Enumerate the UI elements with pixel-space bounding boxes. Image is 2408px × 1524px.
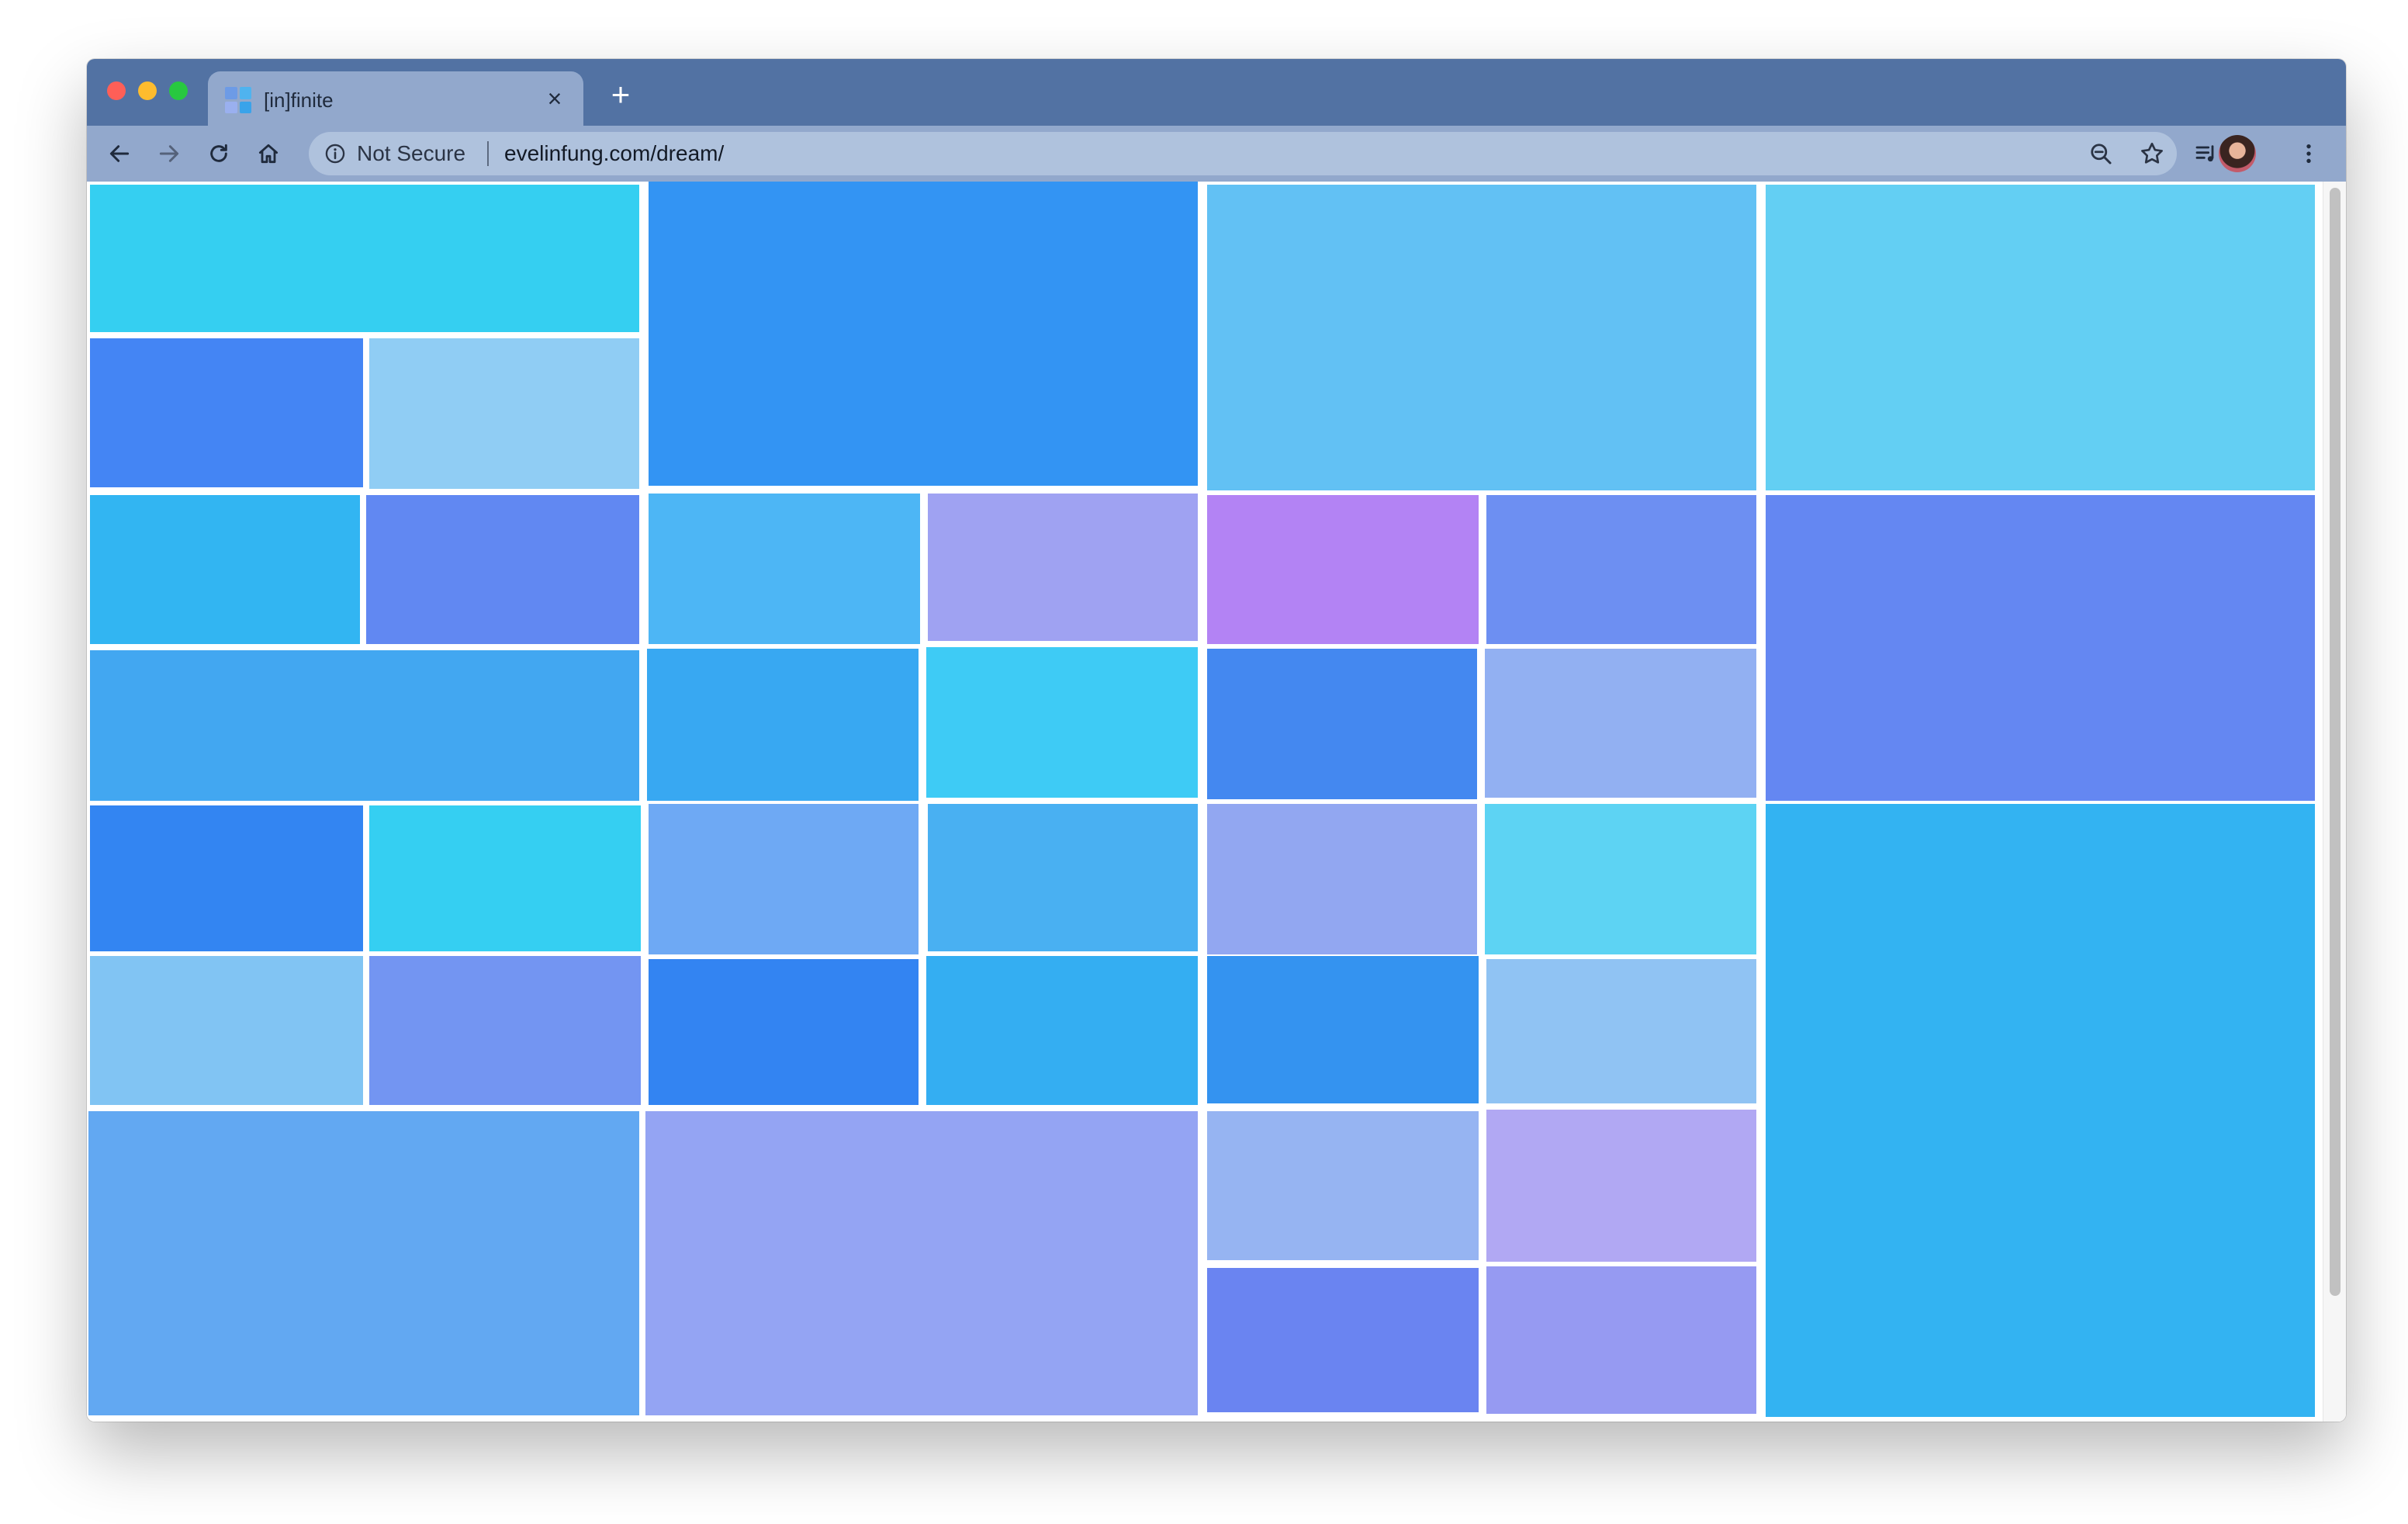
profile-avatar[interactable] — [2219, 135, 2256, 172]
home-icon — [258, 144, 279, 164]
color-tile[interactable] — [88, 1111, 639, 1415]
color-tile[interactable] — [647, 649, 919, 801]
color-tile[interactable] — [1207, 804, 1477, 954]
star-icon[interactable] — [2138, 140, 2166, 168]
color-tile[interactable] — [928, 804, 1198, 951]
color-tile[interactable] — [1207, 1268, 1479, 1412]
home-button[interactable] — [251, 137, 285, 171]
color-tile[interactable] — [366, 495, 639, 644]
zoom-window-button[interactable] — [169, 81, 188, 100]
color-tile[interactable] — [90, 338, 363, 487]
color-tile[interactable] — [645, 1111, 1198, 1415]
page-content — [87, 182, 2346, 1422]
vertical-scrollbar[interactable] — [2323, 182, 2346, 1422]
toolbar: Not Secure evelinfung.com/dream/ — [87, 126, 2346, 182]
security-status[interactable]: Not Secure — [357, 141, 465, 166]
color-tile[interactable] — [928, 494, 1198, 641]
color-tile[interactable] — [1207, 1111, 1479, 1260]
color-tile[interactable] — [1207, 185, 1756, 490]
color-tile[interactable] — [1485, 804, 1756, 954]
arrow-right-icon — [159, 145, 179, 162]
color-tile[interactable] — [90, 185, 639, 332]
color-tile[interactable] — [649, 804, 919, 954]
close-tab-icon[interactable]: × — [540, 84, 569, 113]
tab-title: [in]finite — [264, 88, 334, 112]
color-tile[interactable] — [90, 495, 360, 644]
reload-icon — [210, 144, 227, 162]
color-tile[interactable] — [1766, 185, 2315, 490]
color-tile[interactable] — [90, 805, 363, 951]
color-tile[interactable] — [1766, 804, 2315, 1417]
tab-infinite[interactable]: [in]finite × — [208, 71, 583, 127]
color-tile[interactable] — [649, 182, 1198, 486]
more-vertical-icon — [2306, 144, 2311, 163]
forward-button[interactable] — [152, 137, 186, 171]
color-tile[interactable] — [1485, 649, 1756, 798]
arrow-left-icon — [109, 145, 130, 162]
tab-strip: [in]finite × + — [87, 59, 2346, 127]
info-icon[interactable] — [324, 143, 346, 165]
color-tile[interactable] — [649, 494, 920, 644]
color-tile[interactable] — [90, 956, 363, 1105]
color-tile[interactable] — [1207, 495, 1479, 644]
color-tile[interactable] — [1486, 495, 1756, 644]
color-tile[interactable] — [926, 956, 1198, 1105]
color-tile[interactable] — [90, 650, 639, 801]
color-tile[interactable] — [649, 959, 919, 1105]
color-tile[interactable] — [1486, 1110, 1756, 1262]
color-tile[interactable] — [369, 338, 639, 489]
back-button[interactable] — [102, 137, 137, 171]
color-tile[interactable] — [1766, 495, 2315, 801]
minimize-window-button[interactable] — [138, 81, 157, 100]
color-tile[interactable] — [369, 956, 641, 1105]
browser-window: [in]finite × + Not Secure evelinfung.com… — [87, 59, 2346, 1422]
color-tile[interactable] — [369, 805, 641, 951]
color-tile[interactable] — [1486, 959, 1756, 1103]
zoom-out-icon[interactable] — [2087, 140, 2115, 168]
media-queue-icon — [2195, 145, 2214, 162]
url-text[interactable]: evelinfung.com/dream/ — [504, 141, 724, 166]
color-tile[interactable] — [926, 647, 1198, 798]
color-tile[interactable] — [1207, 649, 1477, 799]
scrollbar-thumb[interactable] — [2330, 188, 2341, 1296]
favicon-icon — [225, 87, 251, 113]
reload-button[interactable] — [202, 137, 236, 171]
close-window-button[interactable] — [107, 81, 126, 100]
address-bar[interactable]: Not Secure evelinfung.com/dream/ — [309, 132, 2177, 175]
new-tab-button[interactable]: + — [604, 78, 638, 112]
color-tile[interactable] — [1486, 1266, 1756, 1414]
address-divider — [487, 141, 489, 166]
browser-menu-button[interactable] — [2292, 137, 2326, 171]
color-tile[interactable] — [1207, 956, 1479, 1103]
